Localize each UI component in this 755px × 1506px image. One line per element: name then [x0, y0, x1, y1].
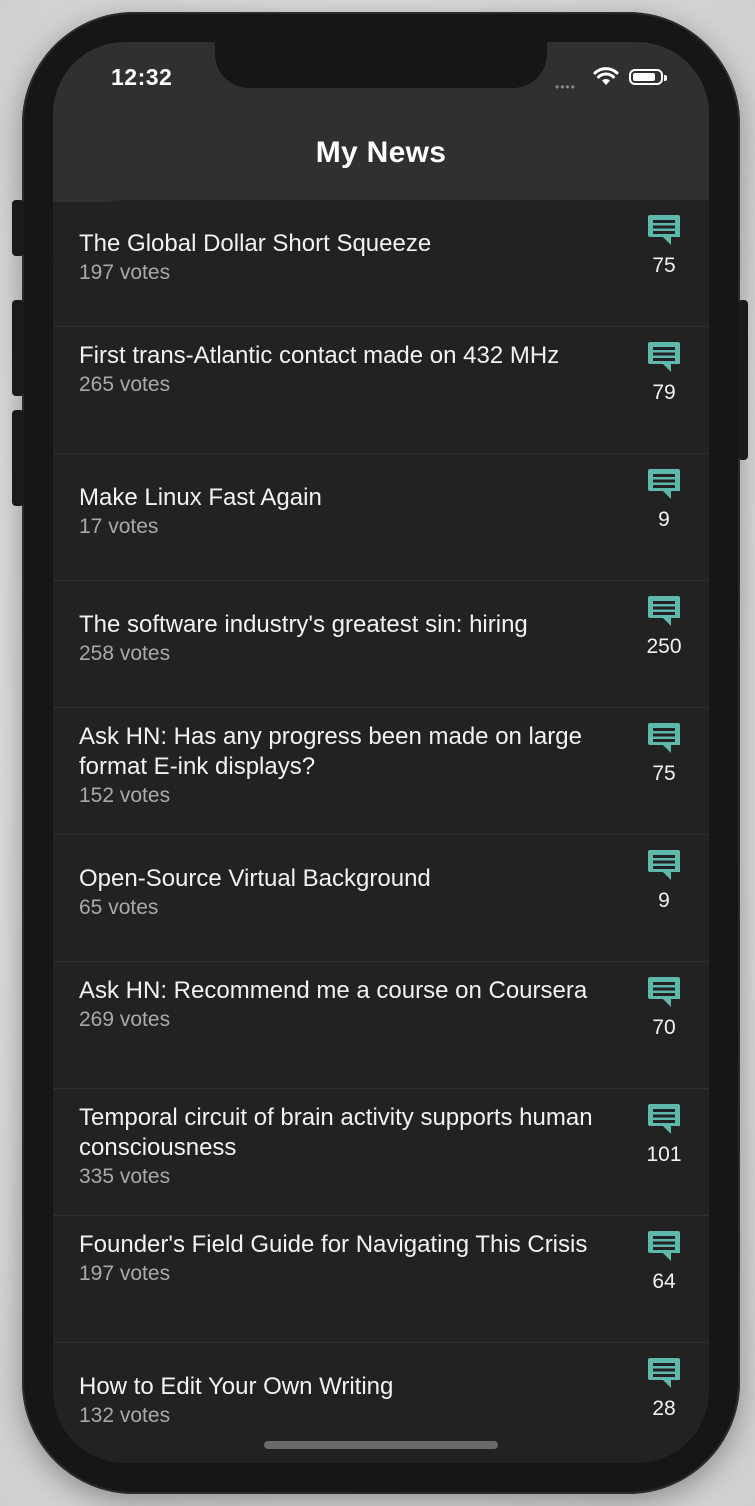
story-title[interactable]: Make Linux Fast Again	[79, 483, 599, 513]
comments-button[interactable]: 64	[633, 1230, 695, 1294]
story-votes: 258 votes	[79, 642, 171, 665]
list-item[interactable]: The software industry's greatest sin: hi…	[53, 581, 709, 708]
comments-button[interactable]: 9	[633, 849, 695, 913]
comment-icon	[648, 342, 680, 372]
story-text: Temporal circuit of brain activity suppo…	[79, 1103, 599, 1191]
story-votes: 152 votes	[79, 784, 171, 807]
story-text: Make Linux Fast Again 17 votes	[79, 483, 599, 541]
story-text: Open-Source Virtual Background 65 votes	[79, 864, 599, 922]
power-button	[738, 300, 748, 460]
story-title[interactable]: Founder's Field Guide for Navigating Thi…	[79, 1230, 599, 1260]
status-time: 12:32	[111, 64, 173, 90]
comment-count: 79	[652, 381, 676, 404]
comment-count: 101	[646, 1143, 682, 1166]
story-votes: 132 votes	[79, 1404, 171, 1427]
comments-button[interactable]: 75	[633, 722, 695, 786]
page-title: My News	[315, 136, 447, 169]
comment-count: 9	[658, 889, 670, 912]
story-votes: 269 votes	[79, 1008, 171, 1031]
list-item[interactable]: First trans-Atlantic contact made on 432…	[53, 327, 709, 454]
comment-count: 250	[646, 635, 682, 658]
comment-count: 75	[652, 254, 676, 277]
list-item[interactable]: Founder's Field Guide for Navigating Thi…	[53, 1216, 709, 1343]
volume-up-button	[12, 300, 24, 396]
list-item[interactable]: Temporal circuit of brain activity suppo…	[53, 1089, 709, 1216]
comments-button[interactable]: 70	[633, 976, 695, 1040]
nav-header: 12:32 •••• My News	[53, 42, 709, 202]
story-title[interactable]: Temporal circuit of brain activity suppo…	[79, 1103, 599, 1163]
story-list[interactable]: The Global Dollar Short Squeeze 197 votes…	[53, 200, 709, 1463]
list-item[interactable]: Make Linux Fast Again 17 votes 9	[53, 454, 709, 581]
story-votes: 17 votes	[79, 515, 159, 538]
status-icons: ••••	[545, 67, 675, 94]
comment-count: 75	[652, 762, 676, 785]
story-title[interactable]: The Global Dollar Short Squeeze	[79, 229, 599, 259]
mute-switch	[12, 200, 24, 256]
story-votes: 335 votes	[79, 1165, 171, 1188]
comment-icon	[648, 596, 680, 626]
story-votes: 265 votes	[79, 373, 171, 396]
story-votes: 65 votes	[79, 896, 159, 919]
comment-count: 9	[658, 508, 670, 531]
volume-down-button	[12, 410, 24, 506]
comment-count: 64	[652, 1270, 676, 1293]
story-text: Ask HN: Recommend me a course on Courser…	[79, 976, 599, 1034]
story-title[interactable]: How to Edit Your Own Writing	[79, 1372, 599, 1402]
comment-icon	[648, 723, 680, 753]
comment-icon	[648, 1104, 680, 1134]
story-text: How to Edit Your Own Writing 132 votes	[79, 1372, 599, 1430]
comment-icon	[648, 469, 680, 499]
story-votes: 197 votes	[79, 261, 171, 284]
list-item[interactable]: The Global Dollar Short Squeeze 197 votes…	[53, 200, 709, 327]
list-item[interactable]: Ask HN: Recommend me a course on Courser…	[53, 962, 709, 1089]
comment-count: 70	[652, 1016, 676, 1039]
list-item[interactable]: Ask HN: Has any progress been made on la…	[53, 708, 709, 835]
comment-icon	[648, 1358, 680, 1388]
comment-icon	[648, 215, 680, 245]
story-title[interactable]: Ask HN: Recommend me a course on Courser…	[79, 976, 599, 1006]
story-title[interactable]: Ask HN: Has any progress been made on la…	[79, 722, 599, 782]
screen: 12:32 •••• My News The Global Dollar Sho…	[53, 42, 709, 1463]
story-text: Founder's Field Guide for Navigating Thi…	[79, 1230, 599, 1288]
comment-icon	[648, 1231, 680, 1261]
comments-button[interactable]: 28	[633, 1357, 695, 1421]
battery-icon	[629, 69, 667, 85]
story-text: Ask HN: Has any progress been made on la…	[79, 722, 599, 810]
comments-button[interactable]: 9	[633, 468, 695, 532]
story-text: The software industry's greatest sin: hi…	[79, 610, 599, 668]
story-text: First trans-Atlantic contact made on 432…	[79, 341, 599, 399]
home-indicator[interactable]	[264, 1441, 498, 1449]
story-title[interactable]: Open-Source Virtual Background	[79, 864, 599, 894]
comments-button[interactable]: 79	[633, 341, 695, 405]
comments-button[interactable]: 101	[633, 1103, 695, 1167]
story-votes: 197 votes	[79, 1262, 171, 1285]
story-title[interactable]: First trans-Atlantic contact made on 432…	[79, 341, 599, 371]
comments-button[interactable]: 250	[633, 595, 695, 659]
wifi-icon	[593, 67, 619, 85]
comment-icon	[648, 850, 680, 880]
list-item[interactable]: Open-Source Virtual Background 65 votes 9	[53, 835, 709, 962]
comment-count: 28	[652, 1397, 676, 1420]
notch	[215, 42, 547, 88]
cellular-signal-icon: ••••	[555, 80, 576, 94]
comment-icon	[648, 977, 680, 1007]
story-text: The Global Dollar Short Squeeze 197 votes	[79, 229, 599, 287]
comments-button[interactable]: 75	[633, 214, 695, 278]
story-title[interactable]: The software industry's greatest sin: hi…	[79, 610, 599, 640]
